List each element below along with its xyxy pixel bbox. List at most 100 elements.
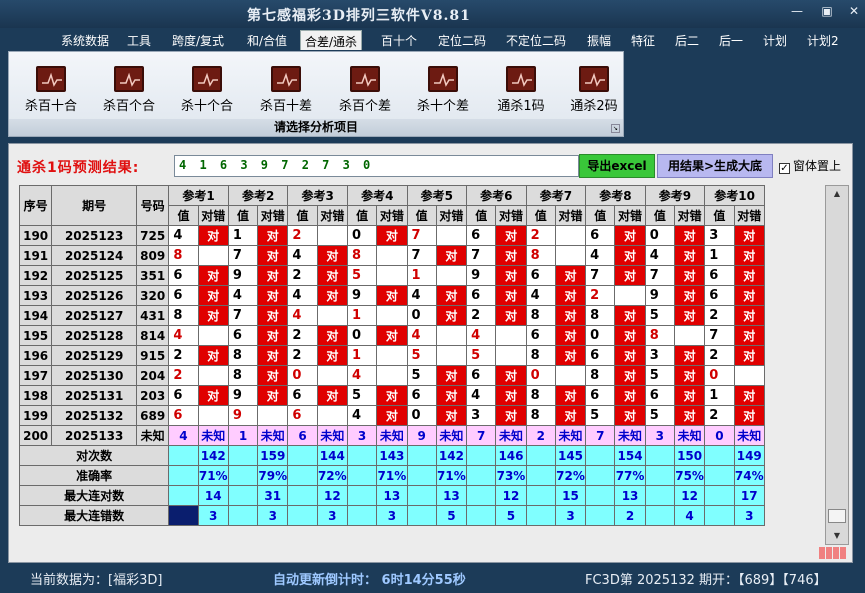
menu-item-13[interactable]: 计划 [759, 30, 791, 50]
ribbon-tool-8[interactable]: 通杀2码 [562, 66, 626, 114]
stats-value: 72% [554, 465, 587, 486]
empty-cell [554, 245, 587, 266]
ref-value-cell: 7 [585, 425, 616, 446]
menu-item-14[interactable]: 计划2 [803, 30, 843, 50]
menu-item-3[interactable]: 跨度/复式 [168, 30, 228, 50]
chart-icon [350, 66, 380, 92]
ref-value-cell: 4 [346, 365, 378, 386]
ribbon-tool-1[interactable]: 杀百十合 [19, 66, 83, 114]
ref-value-cell: 2 [704, 345, 735, 366]
table-row[interactable]: 190 2025123 725 4 对 1 对 2 0 对 7 6 对 2 6 对 0 对 3 对 [18, 225, 766, 246]
scroll-thumb[interactable] [828, 509, 846, 523]
menu-item-4[interactable]: 和/合值 [243, 30, 291, 50]
ribbon-tool-3[interactable]: 杀十个合 [175, 66, 239, 114]
export-excel-button[interactable]: 导出excel [579, 154, 655, 178]
ref-value-cell: 6 [525, 325, 556, 346]
title-bar: 第七感福彩3D排列三软件V8.81 — ▣ ✕ [0, 0, 865, 28]
vertical-scrollbar[interactable]: ▲ ▼ [825, 185, 849, 545]
stats-spacer [287, 465, 318, 486]
table-row[interactable]: 200 2025133 未知 4 未知 1 未知 6 未知 3 未知 9 未知 7 未知 2 未知 7 未知 3 未知 0… [18, 425, 766, 446]
scroll-down-icon[interactable]: ▼ [826, 528, 848, 544]
minimize-button[interactable]: — [788, 4, 806, 18]
empty-cell [554, 225, 587, 246]
ribbon-tool-6[interactable]: 杀十个差 [411, 66, 475, 114]
table-row[interactable]: 195 2025128 814 4 6 对 2 对 0 对 4 4 6 对 0 对 8 7 对 [18, 325, 766, 346]
ribbon-tool-5[interactable]: 杀百个差 [333, 66, 397, 114]
correct-cell: 对 [316, 285, 348, 306]
header-ref-10: 参考10 [704, 185, 765, 206]
menu-item-5[interactable]: 合差/通杀 [300, 30, 363, 50]
checkbox-box[interactable]: ✓ [779, 163, 790, 174]
stats-spacer [406, 465, 437, 486]
menu-item-2[interactable]: 工具 [123, 30, 155, 50]
maximize-button[interactable]: ▣ [818, 4, 836, 18]
table-row[interactable]: 199 2025132 689 6 9 6 4 对 0 对 3 对 8 对 5 对 5 对 2 对 [18, 405, 766, 426]
stats-spacer [585, 485, 616, 506]
menu-item-10[interactable]: 特征 [627, 30, 659, 50]
row-seq: 196 [18, 345, 53, 366]
correct-cell: 对 [316, 265, 348, 286]
ref-value-cell: 0 [287, 365, 318, 386]
table-row[interactable]: 191 2025124 809 8 7 对 4 对 8 7 对 7 对 8 4 对 4 对 1 对 [18, 245, 766, 266]
ref-value-cell: 3 [466, 405, 497, 426]
header-ref-9: 参考9 [644, 185, 706, 206]
menu-item-1[interactable]: 系统数据 [57, 30, 113, 50]
ribbon-expand-icon[interactable]: ↘ [611, 124, 620, 133]
row-number: 689 [136, 405, 170, 426]
stats-spacer [406, 445, 437, 466]
ref-value-cell: 1 [346, 345, 378, 366]
table-row[interactable]: 193 2025126 320 6 对 4 对 4 对 9 对 4 对 6 对 4 对 2 9 对 6 对 [18, 285, 766, 306]
ref-value-cell: 0 [346, 225, 378, 246]
row-number: 204 [136, 365, 170, 386]
ref-value-cell: 4 [644, 245, 675, 266]
ref-value-cell: 5 [644, 405, 675, 426]
row-seq: 200 [18, 425, 53, 446]
menu-item-11[interactable]: 后二 [671, 30, 703, 50]
prediction-field[interactable]: 4 1 6 3 9 7 2 7 3 0 [174, 155, 579, 177]
stay-on-top-checkbox[interactable]: ✓ 窗体置上 [779, 157, 841, 174]
correct-cell: 对 [495, 365, 527, 386]
table-row[interactable]: 197 2025130 204 2 8 对 0 4 5 对 6 对 0 8 对 5 对 0 [18, 365, 766, 386]
row-period: 2025125 [51, 265, 138, 286]
header-ref-1: 参考1 [168, 185, 229, 206]
empty-cell [376, 245, 408, 266]
stats-spacer [227, 465, 259, 486]
row-number: 351 [136, 265, 170, 286]
header-right-wrong: 对错 [673, 205, 706, 226]
stats-spacer [525, 505, 556, 526]
stats-value: 75% [673, 465, 706, 486]
close-button[interactable]: ✕ [845, 4, 863, 18]
scroll-up-icon[interactable]: ▲ [826, 186, 848, 202]
table-row[interactable]: 194 2025127 431 8 对 7 对 4 1 0 对 2 对 8 对 8 对 5 对 2 对 [18, 305, 766, 326]
stats-spacer[interactable] [168, 505, 199, 526]
ribbon-caption: 请选择分析项目 [9, 119, 623, 136]
table-row[interactable]: 196 2025129 915 2 对 8 对 2 对 1 5 5 8 对 6 对 3 对 2 对 [18, 345, 766, 366]
ribbon-tool-4[interactable]: 杀百十差 [254, 66, 318, 114]
correct-cell: 对 [614, 225, 646, 246]
menu-item-9[interactable]: 振幅 [583, 30, 615, 50]
correct-cell: 对 [614, 405, 646, 426]
ref-value-cell: 8 [525, 345, 556, 366]
menu-item-12[interactable]: 后一 [715, 30, 747, 50]
stats-value: 13 [376, 485, 408, 506]
empty-cell [435, 345, 468, 366]
ref-value-cell: 5 [644, 365, 675, 386]
table-row[interactable]: 192 2025125 351 6 对 9 对 2 对 5 1 9 对 6 对 7 对 7 对 6 对 [18, 265, 766, 286]
generate-base-button[interactable]: 用结果>生成大底 [657, 154, 773, 178]
menu-item-6[interactable]: 百十个 [377, 30, 421, 50]
menu-item-7[interactable]: 定位二码 [434, 30, 490, 50]
header-right-wrong: 对错 [376, 205, 408, 226]
stats-value: 3 [257, 505, 289, 526]
menu-item-8[interactable]: 不定位二码 [502, 30, 570, 50]
ribbon-tool-7[interactable]: 通杀1码 [489, 66, 553, 114]
ref-value-cell: 2 [287, 225, 318, 246]
header-seq: 序号 [18, 185, 53, 226]
ribbon-tool-2[interactable]: 杀百个合 [97, 66, 161, 114]
table-row[interactable]: 198 2025131 203 6 对 9 对 6 对 5 对 6 对 4 对 8 对 6 对 6 对 1 对 [18, 385, 766, 406]
empty-cell [495, 325, 527, 346]
stats-value: 5 [435, 505, 468, 526]
correct-cell: 对 [257, 225, 289, 246]
unknown-cell: 未知 [733, 425, 766, 446]
ref-value-cell: 8 [168, 245, 199, 266]
correct-cell: 对 [316, 245, 348, 266]
